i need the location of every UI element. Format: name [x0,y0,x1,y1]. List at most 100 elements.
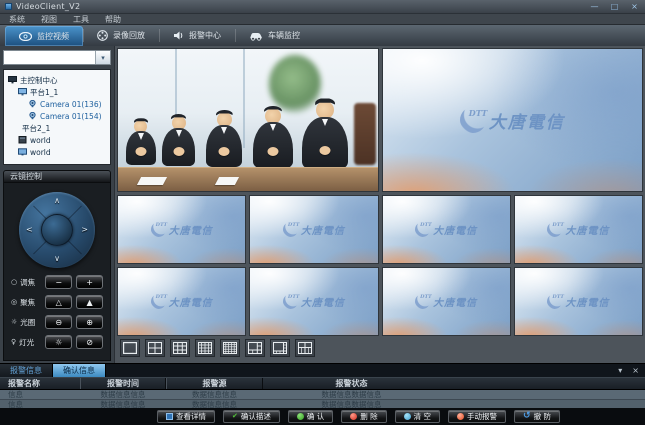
person-silhouette [126,120,156,165]
ptz-right-arrow[interactable]: > [81,226,88,234]
tree-item-platform1[interactable]: 平台1_1 [6,86,108,98]
chevron-down-icon[interactable]: ▾ [95,51,110,64]
ptz-row-focus: ◎聚焦 △ ▲ [11,295,103,309]
layout-25-icon [223,342,237,354]
tree-item-control-center[interactable]: 主控制中心 [6,74,108,86]
video-tile-idle[interactable]: DTT大唐電信 [382,267,511,336]
tab-alarm-info[interactable]: 报警信息 [0,364,53,377]
video-tile-live-camera[interactable] [117,48,379,192]
col-alarm-source: 报警源 [166,378,263,389]
layout-4-button[interactable] [145,339,165,357]
tree-label: Camera 01(136) [40,100,102,109]
ptz-panel: ∧ ∨ < > ○调焦 − + ◎聚焦 △ ▲ ☼光圈 ⊖ [3,183,111,361]
menu-view[interactable]: 视图 [41,14,57,25]
delete-button[interactable]: 删 除 [341,410,386,423]
layout-25-button[interactable] [220,339,240,357]
device-combo[interactable]: ▾ [3,50,111,65]
person-silhouette [302,101,348,169]
menu-system[interactable]: 系统 [9,14,25,25]
titlebar: VideoClient_V2 — □ × [0,0,645,13]
menu-tools[interactable]: 工具 [73,14,89,25]
main-content: ▾ 主控制中心 平台1_1 Camera 01(136) Camera 01 [0,46,645,363]
camera-icon [28,112,37,120]
ptz-left-arrow[interactable]: < [26,226,33,234]
iris-icon: ☼ [11,318,17,326]
video-tile-idle[interactable]: DTT 大唐電信 [382,48,644,192]
video-tile-idle[interactable]: DTT大唐電信 [117,267,246,336]
confirm-button[interactable]: 确 认 [288,410,333,423]
paper [137,177,167,185]
video-tile-idle[interactable]: DTT大唐電信 [249,195,378,264]
tab-playback[interactable]: 录像回放 [83,25,159,46]
layout-8-icon [273,342,287,354]
clear-button[interactable]: 清 空 [395,410,440,423]
iris-close-button[interactable]: ⊖ [45,315,72,329]
dtt-prefix: DTT [469,108,488,118]
video-tile-idle[interactable]: DTT大唐電信 [382,195,511,264]
manual-alarm-button[interactable]: 手动报警 [448,410,506,423]
video-tile-idle[interactable]: DTT大唐電信 [514,267,643,336]
close-button[interactable]: × [629,1,640,12]
ptz-row-label: 调焦 [20,277,35,288]
layout-6-button[interactable] [245,339,265,357]
ptz-dpad[interactable]: ∧ ∨ < > [19,192,95,268]
col-alarm-name: 报警名称 [0,378,80,389]
ptz-row-label: 聚焦 [20,297,35,308]
layout-4-icon [148,342,162,354]
watermark-text: 大唐電信 [489,108,565,133]
person-silhouette [162,116,195,166]
tab-alarm-center[interactable]: 报警中心 [159,25,235,46]
ptz-up-arrow[interactable]: ∧ [54,197,60,205]
iris-open-button[interactable]: ⊕ [76,315,103,329]
layout-16-icon [198,342,212,354]
view-details-button[interactable]: 查看详情 [157,410,215,423]
camera-icon [28,100,37,108]
person-silhouette [206,112,242,167]
ptz-down-arrow[interactable]: ∨ [54,255,60,263]
layout-1-button[interactable] [120,339,140,357]
tree-item-camera-154[interactable]: Camera 01(154) [6,110,108,122]
tab-confirm-info[interactable]: 确认信息 [53,364,106,377]
tree-item-world-2[interactable]: world [6,146,108,158]
table-silhouette [118,167,378,191]
zoom-plus-button[interactable]: + [76,275,103,289]
undo-arrow-icon: ↺ [523,413,531,420]
tree-item-world-1[interactable]: world [6,134,108,146]
sidebar: ▾ 主控制中心 平台1_1 Camera 01(136) Camera 01 [0,46,115,363]
confirm-description-button[interactable]: ✔确认描述 [223,410,280,423]
video-tile-idle[interactable]: DTT大唐電信 [117,195,246,264]
green-dot-icon [297,413,304,420]
focus-icon: ◎ [11,298,17,306]
tab-vehicle-monitor[interactable]: 车辆监控 [235,25,314,46]
check-icon: ✔ [232,413,238,420]
layout-9-button[interactable] [170,339,190,357]
layout-10-button[interactable] [295,339,315,357]
dtt-watermark: DTT大唐電信 [250,268,377,335]
dtt-watermark: DTT大唐電信 [383,268,510,335]
collapse-panel-icon[interactable]: ▾ [618,366,622,376]
tree-item-platform2[interactable]: 平台2_1 [6,122,108,134]
app-icon [5,3,12,10]
focus-far-button[interactable]: ▲ [76,295,103,309]
maximize-button[interactable]: □ [609,1,620,12]
focus-near-button[interactable]: △ [45,295,72,309]
close-panel-icon[interactable]: × [632,366,639,376]
chair-silhouette [354,103,376,165]
dtt-watermark: DTT大唐電信 [383,196,510,263]
tree-label: world [30,148,51,157]
film-reel-icon [97,30,108,41]
red-dot-icon [350,413,357,420]
tab-monitor-video[interactable]: 监控视频 [5,26,83,46]
light-on-button[interactable]: ☼ [45,335,72,349]
zoom-minus-button[interactable]: − [45,275,72,289]
video-tile-idle[interactable]: DTT大唐電信 [249,267,378,336]
light-off-button[interactable]: ⊘ [76,335,103,349]
video-tile-idle[interactable]: DTT大唐電信 [514,195,643,264]
tree-item-camera-136[interactable]: Camera 01(136) [6,98,108,110]
disarm-button[interactable]: ↺撤 防 [514,410,560,423]
main-toolbar: 监控视频 录像回放 报警中心 车辆监控 [0,25,645,46]
layout-8-button[interactable] [270,339,290,357]
layout-16-button[interactable] [195,339,215,357]
minimize-button[interactable]: — [589,1,600,12]
menu-help[interactable]: 帮助 [105,14,121,25]
